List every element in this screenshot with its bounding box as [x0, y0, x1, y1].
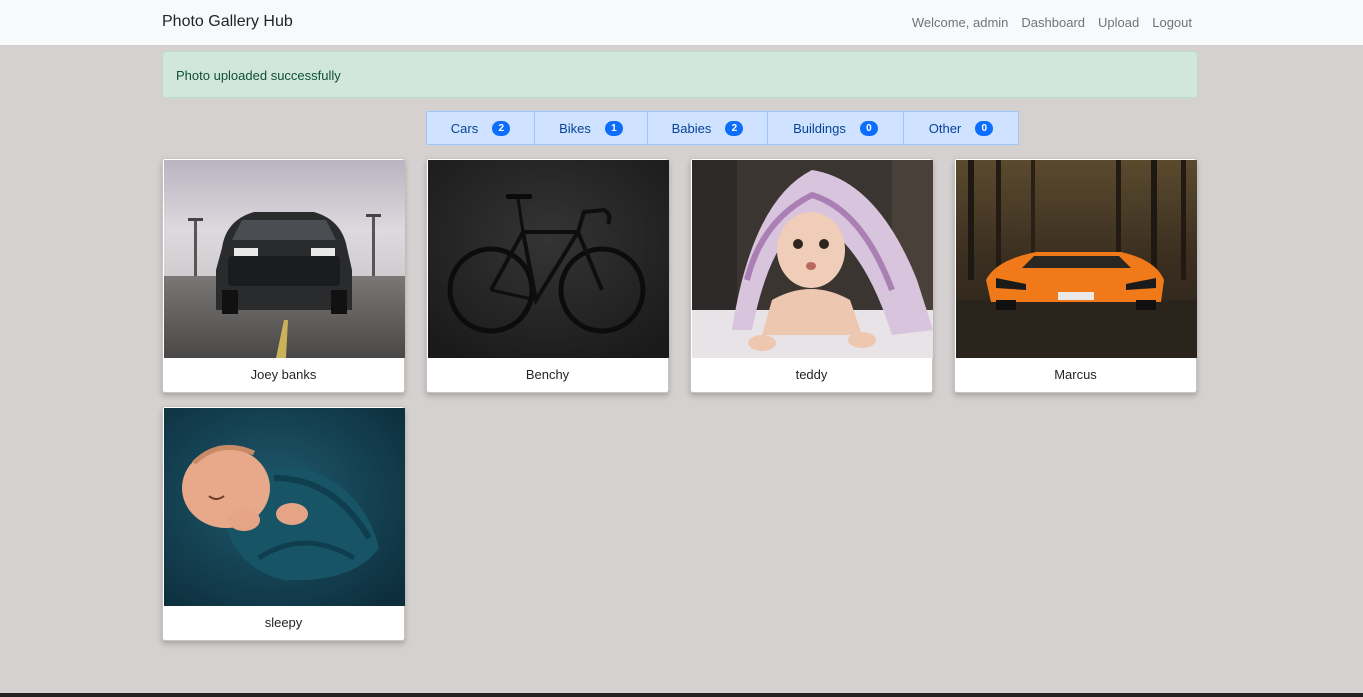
- category-label: Bikes: [559, 120, 591, 136]
- photo-card[interactable]: Benchy: [426, 158, 669, 393]
- category-count-badge: 1: [604, 120, 623, 136]
- dashboard-link[interactable]: Dashboard: [1021, 15, 1085, 30]
- upload-link[interactable]: Upload: [1098, 15, 1139, 30]
- photo-card[interactable]: Joey banks: [162, 158, 405, 393]
- photo-caption: sleepy: [264, 615, 303, 630]
- bottom-divider: [0, 693, 1363, 697]
- category-count-badge: 2: [492, 120, 511, 136]
- category-count-badge: 0: [859, 120, 878, 136]
- category-cars[interactable]: Cars 2: [426, 111, 535, 145]
- category-label: Cars: [450, 120, 479, 136]
- navbar: Photo Gallery Hub Welcome, admin Dashboa…: [0, 0, 1363, 45]
- photo-card[interactable]: sleepy: [162, 406, 405, 641]
- photo-card[interactable]: teddy: [690, 158, 933, 393]
- category-label: Buildings: [793, 120, 846, 136]
- photo-caption: Benchy: [525, 367, 570, 382]
- photo-caption: Joey banks: [250, 367, 317, 382]
- nav-links: Welcome, admin Dashboard Upload Logout: [912, 15, 1192, 30]
- welcome-text: Welcome, admin: [911, 15, 1009, 30]
- alert-message: Photo uploaded successfully: [176, 68, 341, 83]
- baby-photo[interactable]: [692, 160, 933, 358]
- category-bikes[interactable]: Bikes 1: [534, 111, 648, 145]
- category-other[interactable]: Other 0: [903, 111, 1019, 145]
- photo-card[interactable]: Marcus: [954, 158, 1197, 393]
- baby-photo[interactable]: [164, 408, 405, 606]
- category-filter-group: Cars 2 Bikes 1 Babies 2 Buildings 0 Othe…: [426, 111, 1019, 145]
- bike-photo[interactable]: [428, 160, 669, 358]
- brand-title[interactable]: Photo Gallery Hub: [162, 13, 293, 31]
- category-count-badge: 2: [725, 120, 744, 136]
- car-photo[interactable]: [164, 160, 405, 358]
- category-buildings[interactable]: Buildings 0: [767, 111, 904, 145]
- photo-caption: Marcus: [1054, 367, 1097, 382]
- category-count-badge: 0: [975, 120, 994, 136]
- logout-link[interactable]: Logout: [1152, 15, 1192, 30]
- category-babies[interactable]: Babies 2: [647, 111, 768, 145]
- success-alert: Photo uploaded successfully: [162, 51, 1198, 98]
- category-label: Other: [928, 120, 962, 136]
- photo-caption: teddy: [795, 367, 828, 382]
- car-photo[interactable]: [956, 160, 1197, 358]
- category-label: Babies: [671, 120, 712, 136]
